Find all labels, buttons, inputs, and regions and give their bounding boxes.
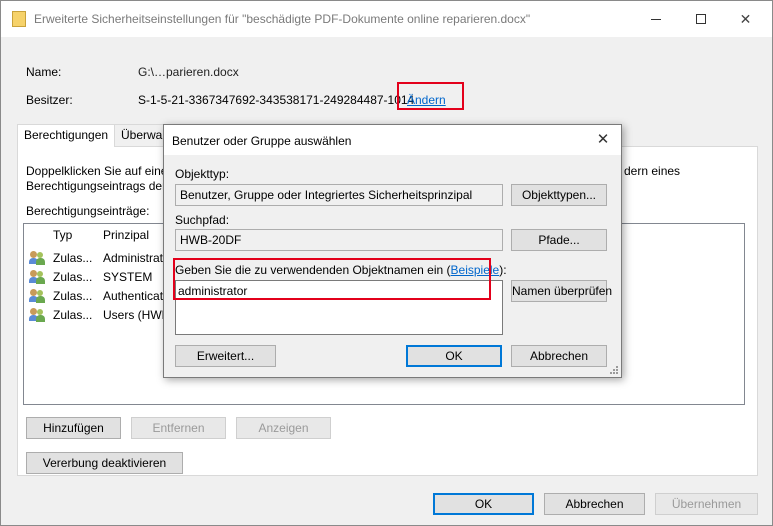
- name-value: G:\…parieren.docx: [138, 65, 239, 79]
- dialog-close-button[interactable]: ✕: [591, 129, 615, 151]
- name-label: Name:: [26, 65, 62, 79]
- entries-label: Berechtigungseinträge:: [26, 204, 150, 218]
- row-principal: SYSTEM: [103, 270, 153, 284]
- instruction-text-line1: Doppelklicken Sie auf eine: [26, 164, 168, 178]
- ok-button[interactable]: OK: [433, 493, 534, 515]
- dialog-title: Benutzer oder Gruppe auswählen: [172, 134, 352, 148]
- dialog-cancel-button[interactable]: Abbrechen: [511, 345, 607, 367]
- object-types-button[interactable]: Objekttypen...: [511, 184, 607, 206]
- maximize-icon: [696, 14, 706, 24]
- column-principal[interactable]: Prinzipal: [103, 228, 149, 242]
- advanced-button[interactable]: Erweitert...: [175, 345, 276, 367]
- user-group-icon: [29, 270, 45, 284]
- column-type[interactable]: Typ: [53, 228, 72, 242]
- instruction-text-line1-end: dern eines: [624, 164, 681, 178]
- user-group-icon: [29, 308, 45, 322]
- highlight-object-names: [173, 258, 491, 300]
- object-type-field: Benutzer, Gruppe oder Integriertes Siche…: [175, 184, 503, 206]
- row-principal: Users (HWB: [103, 308, 170, 322]
- cancel-button[interactable]: Abbrechen: [544, 493, 645, 515]
- window-titlebar[interactable]: Erweiterte Sicherheitseinstellungen für …: [1, 1, 772, 37]
- close-icon: ✕: [739, 11, 752, 27]
- minimize-button[interactable]: [633, 1, 678, 37]
- disable-inheritance-button[interactable]: Vererbung deaktivieren: [26, 452, 183, 474]
- dialog-ok-button[interactable]: OK: [406, 345, 502, 367]
- row-principal: Administrat: [103, 251, 164, 265]
- check-names-button[interactable]: Namen überprüfen: [511, 280, 612, 302]
- owner-label: Besitzer:: [26, 93, 73, 107]
- highlight-change-owner: [397, 82, 464, 110]
- close-button[interactable]: ✕: [723, 1, 768, 37]
- row-type: Zulas...: [53, 308, 93, 322]
- select-user-dialog: Benutzer oder Gruppe auswählen ✕ Objektt…: [163, 124, 622, 378]
- row-type: Zulas...: [53, 270, 93, 284]
- owner-value: S-1-5-21-3367347692-343538171-249284487-…: [138, 93, 415, 107]
- search-path-label: Suchpfad:: [175, 213, 230, 227]
- row-type: Zulas...: [53, 289, 93, 303]
- row-principal: Authenticat: [103, 289, 164, 303]
- tab-permissions[interactable]: Berechtigungen: [17, 124, 116, 147]
- maximize-button[interactable]: [678, 1, 723, 37]
- dialog-titlebar[interactable]: Benutzer oder Gruppe auswählen ✕: [164, 125, 621, 155]
- apply-button[interactable]: Übernehmen: [655, 493, 758, 515]
- search-path-field: HWB-20DF: [175, 229, 503, 251]
- paths-button[interactable]: Pfade...: [511, 229, 607, 251]
- object-type-label: Objekttyp:: [175, 167, 230, 181]
- instruction-text-line2: Berechtigungseintrags der: [26, 179, 167, 193]
- user-group-icon: [29, 251, 45, 265]
- remove-button[interactable]: Entfernen: [131, 417, 226, 439]
- minimize-icon: [651, 19, 661, 20]
- window-title: Erweiterte Sicherheitseinstellungen für …: [34, 12, 531, 26]
- folder-icon: [12, 11, 26, 27]
- close-icon: ✕: [596, 131, 610, 148]
- resize-grip-icon[interactable]: [610, 366, 618, 374]
- tab-auditing[interactable]: Überwa: [114, 124, 166, 146]
- view-button[interactable]: Anzeigen: [236, 417, 331, 439]
- row-type: Zulas...: [53, 251, 93, 265]
- user-group-icon: [29, 289, 45, 303]
- add-button[interactable]: Hinzufügen: [26, 417, 121, 439]
